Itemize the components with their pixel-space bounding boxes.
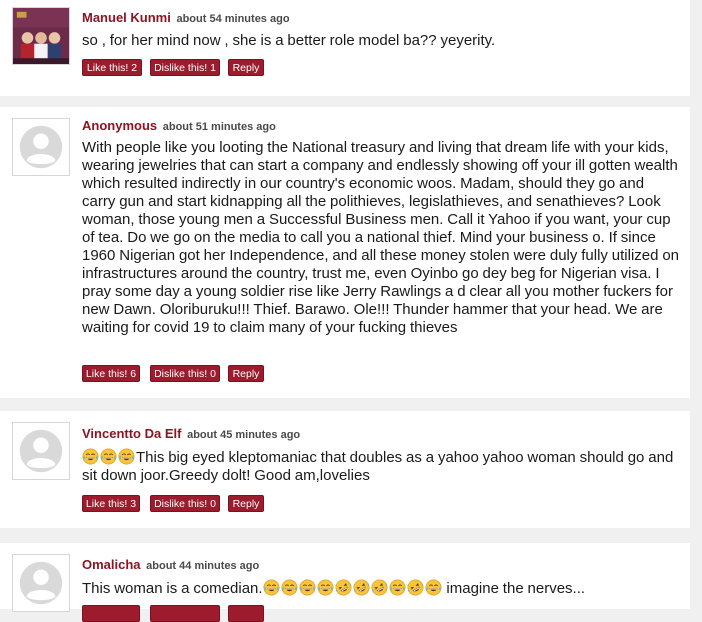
comment-text: so , for her mind now , she is a better … bbox=[82, 32, 496, 49]
comment-card: Vincentto Da Elf about 45 minutes ago Th… bbox=[0, 411, 690, 528]
dislike-button[interactable]: Dislike this! 0 bbox=[150, 495, 220, 512]
reply-button[interactable]: Reply bbox=[228, 59, 264, 76]
reply-button[interactable] bbox=[228, 605, 264, 622]
emoji-group bbox=[82, 448, 136, 466]
like-button[interactable]: Like this! 3 bbox=[82, 495, 140, 512]
comment-author[interactable]: Vincentto Da Elf bbox=[82, 426, 181, 441]
rolling-laughing-emoji-icon bbox=[353, 579, 370, 596]
reply-button[interactable]: Reply bbox=[228, 495, 264, 512]
comment-time: about 45 minutes ago bbox=[187, 429, 301, 441]
default-avatar-icon bbox=[13, 423, 69, 479]
comment-time: about 51 minutes ago bbox=[162, 121, 276, 133]
tears-of-joy-emoji-icon bbox=[82, 448, 99, 465]
team-photo-icon bbox=[13, 8, 69, 64]
tears-of-joy-emoji-icon bbox=[299, 579, 316, 596]
tears-of-joy-emoji-icon bbox=[263, 579, 280, 596]
rolling-laughing-emoji-icon bbox=[407, 579, 424, 596]
comment-text-main: This big eyed kleptomaniac that doubles … bbox=[82, 449, 674, 484]
rolling-laughing-emoji-icon bbox=[335, 579, 352, 596]
tears-of-joy-emoji-icon bbox=[389, 579, 406, 596]
dislike-button[interactable]: Dislike this! 0 bbox=[150, 365, 220, 382]
comment-card: Omalicha about 44 minutes ago This woman… bbox=[0, 543, 690, 622]
tears-of-joy-emoji-icon bbox=[118, 448, 135, 465]
comment-text: With people like you looting the Nationa… bbox=[82, 139, 680, 336]
reply-button[interactable]: Reply bbox=[228, 365, 264, 382]
comment-author[interactable]: Anonymous bbox=[82, 118, 157, 133]
avatar[interactable] bbox=[12, 7, 70, 65]
rolling-laughing-emoji-icon bbox=[371, 579, 388, 596]
avatar[interactable] bbox=[12, 422, 70, 480]
comment-text: This big eyed kleptomaniac that doubles … bbox=[82, 448, 680, 485]
avatar[interactable] bbox=[12, 554, 70, 612]
comment-time: about 44 minutes ago bbox=[146, 560, 260, 572]
comment-author[interactable]: Omalicha bbox=[82, 557, 141, 572]
like-button[interactable]: Like this! 2 bbox=[82, 59, 142, 76]
dislike-button[interactable] bbox=[150, 605, 220, 622]
comment-text-before: This woman is a comedian. bbox=[82, 580, 263, 597]
tears-of-joy-emoji-icon bbox=[425, 579, 442, 596]
comment-card: Manuel Kunmi about 54 minutes ago so , f… bbox=[0, 0, 690, 96]
tears-of-joy-emoji-icon bbox=[317, 579, 334, 596]
dislike-button[interactable]: Dislike this! 1 bbox=[150, 59, 220, 76]
emoji-group bbox=[263, 579, 443, 597]
comment-author[interactable]: Manuel Kunmi bbox=[82, 10, 171, 25]
like-button[interactable]: Like this! 6 bbox=[82, 365, 140, 382]
tears-of-joy-emoji-icon bbox=[100, 448, 117, 465]
comment-text: This woman is a comedian. imagine the ne… bbox=[82, 579, 680, 598]
comment-text-after: imagine the nerves... bbox=[442, 580, 586, 597]
comment-card: Anonymous about 51 minutes ago With peop… bbox=[0, 107, 690, 398]
default-avatar-icon bbox=[13, 119, 69, 175]
avatar[interactable] bbox=[12, 118, 70, 176]
default-avatar-icon bbox=[13, 555, 69, 611]
comment-time: about 54 minutes ago bbox=[176, 13, 290, 25]
like-button[interactable] bbox=[82, 605, 140, 622]
tears-of-joy-emoji-icon bbox=[281, 579, 298, 596]
